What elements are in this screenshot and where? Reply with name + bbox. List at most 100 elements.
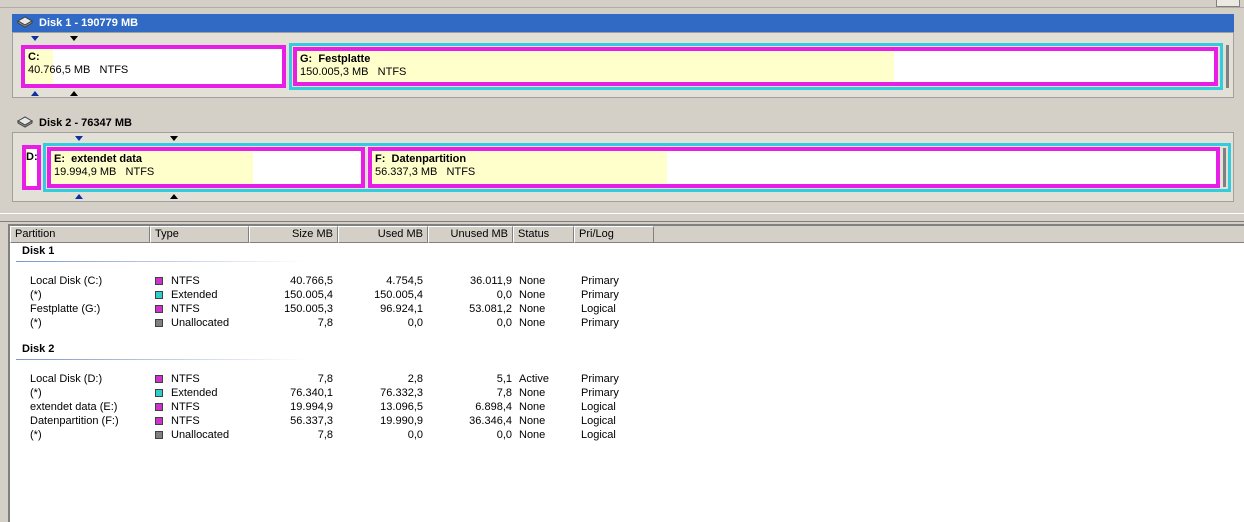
type-color-swatch [155, 403, 163, 411]
partition-g[interactable]: G: Festplatte 150.005,3 MB NTFS [293, 47, 1218, 86]
partition-end-marker [170, 194, 178, 199]
cell-unused: 7,8 [496, 387, 512, 399]
partition-fs: NTFS [446, 166, 476, 178]
column-type[interactable]: Type [150, 226, 249, 243]
cell-partition: (*) [30, 289, 42, 301]
cell-size: 19.994,9 [290, 401, 333, 413]
table-row[interactable]: Local Disk (D:) NTFS 7,8 2,8 5,1 Active Primar… [10, 372, 670, 386]
partition-letter: F: [375, 153, 386, 165]
partition-d[interactable]: D: [22, 145, 41, 190]
partition-start-marker [75, 194, 83, 199]
cell-unused: 53.081,2 [469, 303, 512, 315]
column-size[interactable]: Size MB [249, 226, 338, 243]
extended-partition[interactable]: G: Festplatte 150.005,3 MB NTFS [289, 43, 1223, 90]
partition-end-marker [170, 136, 178, 141]
partition-size: 150.005,3 MB [300, 66, 369, 78]
disk-2-title: Disk 2 - 76347 MB [39, 117, 132, 129]
cell-partition: Local Disk (D:) [30, 373, 103, 385]
column-unused[interactable]: Unused MB [428, 226, 513, 243]
partition-c[interactable]: C: 40.766,5 MB NTFS [21, 45, 286, 88]
cell-size: 150.005,4 [284, 289, 333, 301]
cell-unused: 0,0 [496, 317, 512, 329]
partition-fs: NTFS [99, 64, 129, 76]
pane-splitter[interactable] [0, 213, 1244, 222]
extended-partition[interactable]: E: extendet data 19.994,9 MB NTFS F: Dat… [43, 143, 1231, 192]
corner-icon[interactable] [1216, 0, 1240, 7]
table-row[interactable]: (*) Unallocated 7,8 0,0 0,0 None Logical [10, 428, 670, 442]
cell-status: None [519, 387, 546, 399]
cell-type: Extended [171, 289, 218, 301]
cell-used: 19.990,9 [380, 415, 423, 427]
cell-size: 7,8 [317, 317, 333, 329]
list-header: Partition Type Size MB Used MB Unused MB… [10, 226, 1244, 243]
cell-prilog: Logical [581, 415, 616, 427]
cell-status: None [519, 401, 546, 413]
cell-used: 13.096,5 [380, 401, 423, 413]
partition-start-marker [31, 36, 39, 41]
hard-disk-icon [16, 115, 34, 131]
cell-type: NTFS [171, 373, 200, 385]
partition-start-marker [31, 91, 39, 96]
cell-unused: 0,0 [496, 289, 512, 301]
cell-type: Unallocated [171, 429, 230, 441]
partition-e[interactable]: E: extendet data 19.994,9 MB NTFS [47, 147, 365, 188]
type-color-swatch [155, 277, 163, 285]
disk-2-header[interactable]: Disk 2 - 76347 MB [12, 114, 1234, 132]
disk-2-panel[interactable]: Disk 2 - 76347 MB D: E: extendet data 19… [12, 114, 1234, 202]
partition-name: extendet data [71, 153, 143, 165]
table-row[interactable]: (*) Extended 150.005,4 150.005,4 0,0 None Prim… [10, 288, 670, 302]
partition-f[interactable]: F: Datenpartition 56.337,3 MB NTFS [368, 147, 1220, 188]
cell-type: NTFS [171, 275, 200, 287]
partition-end-marker [70, 36, 78, 41]
cell-partition: (*) [30, 429, 42, 441]
group-title[interactable]: Disk 2 [22, 343, 54, 355]
cell-unused: 36.346,4 [469, 415, 512, 427]
cell-prilog: Logical [581, 401, 616, 413]
disk-1-panel[interactable]: Disk 1 - 190779 MB C: 40.766,5 MB NTFS G… [12, 14, 1234, 98]
partition-list[interactable]: Partition Type Size MB Used MB Unused MB… [8, 224, 1244, 522]
table-row[interactable]: (*) Extended 76.340,1 76.332,3 7,8 None Primar… [10, 386, 670, 400]
group-divider [16, 359, 306, 360]
cell-status: Active [519, 373, 549, 385]
cell-size: 56.337,3 [290, 415, 333, 427]
column-status[interactable]: Status [513, 226, 574, 243]
cell-status: None [519, 275, 546, 287]
column-used[interactable]: Used MB [338, 226, 428, 243]
disk-1-header[interactable]: Disk 1 - 190779 MB [12, 14, 1234, 32]
cell-partition: extendet data (E:) [30, 401, 118, 413]
cell-status: None [519, 429, 546, 441]
table-row[interactable]: Festplatte (G:) NTFS 150.005,3 96.924,1 53.0… [10, 302, 670, 316]
partition-name: Datenpartition [391, 153, 467, 165]
unallocated-space[interactable] [1223, 148, 1226, 187]
cell-prilog: Primary [581, 289, 619, 301]
table-row[interactable]: (*) Unallocated 7,8 0,0 0,0 None Primary [10, 316, 670, 330]
hard-disk-icon [16, 15, 34, 31]
cell-partition: (*) [30, 387, 42, 399]
disk-1-title: Disk 1 - 190779 MB [39, 17, 139, 29]
cell-partition: Festplatte (G:) [30, 303, 101, 315]
partition-letter: C: [28, 51, 40, 63]
type-color-swatch [155, 431, 163, 439]
cell-status: None [519, 415, 546, 427]
cell-unused: 36.011,9 [469, 275, 512, 287]
group-divider [16, 261, 306, 262]
column-partition[interactable]: Partition [10, 226, 150, 243]
cell-prilog: Primary [581, 373, 619, 385]
cell-type: NTFS [171, 415, 200, 427]
group-title[interactable]: Disk 1 [22, 245, 54, 257]
table-row[interactable]: Local Disk (C:) NTFS 40.766,5 4.754,5 36.011… [10, 274, 670, 288]
cell-size: 7,8 [317, 373, 333, 385]
cell-size: 40.766,5 [290, 275, 333, 287]
cell-status: None [519, 303, 546, 315]
table-row[interactable]: Datenpartition (F:) NTFS 56.337,3 19.990,9 3… [10, 414, 670, 428]
table-row[interactable]: extendet data (E:) NTFS 19.994,9 13.096,5 6.… [10, 400, 670, 414]
cell-size: 7,8 [317, 429, 333, 441]
column-prilog[interactable]: Pri/Log [574, 226, 654, 243]
partition-start-marker [75, 136, 83, 141]
cell-status: None [519, 317, 546, 329]
top-edge [0, 0, 1244, 8]
unallocated-space[interactable] [1226, 45, 1229, 88]
type-color-swatch [155, 417, 163, 425]
cell-unused: 0,0 [496, 429, 512, 441]
cell-partition: Datenpartition (F:) [30, 415, 119, 427]
